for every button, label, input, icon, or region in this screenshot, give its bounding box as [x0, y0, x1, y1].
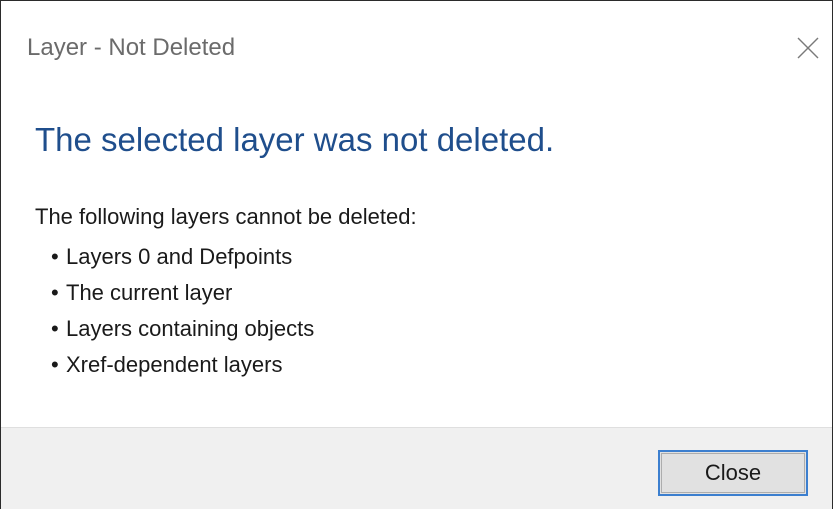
- list-item: • Layers 0 and Defpoints: [51, 243, 314, 279]
- list-item: • The current layer: [51, 279, 314, 315]
- bullet-icon: •: [51, 244, 59, 269]
- close-button[interactable]: Close: [658, 450, 808, 496]
- content-intro-text: The following layers cannot be deleted:: [35, 204, 417, 229]
- close-icon[interactable]: [791, 31, 825, 65]
- title-bar: Layer - Not Deleted: [1, 1, 832, 85]
- main-instruction-heading: The selected layer was not deleted.: [35, 121, 555, 158]
- layer-not-deleted-dialog: Layer - Not Deleted The selected layer w…: [0, 0, 833, 509]
- bullet-icon: •: [51, 280, 59, 305]
- close-icon-glyph: [797, 37, 819, 59]
- button-footer: Close: [1, 427, 832, 509]
- list-item-text: Xref-dependent layers: [66, 352, 283, 377]
- bullet-icon: •: [51, 316, 59, 341]
- list-item-text: Layers containing objects: [66, 316, 315, 341]
- close-button-label: Close: [704, 460, 762, 485]
- list-item: • Layers containing objects: [51, 315, 314, 351]
- list-item-text: Layers 0 and Defpoints: [66, 244, 293, 269]
- dialog-title: Layer - Not Deleted: [27, 34, 236, 61]
- bullet-icon: •: [51, 352, 59, 377]
- list-item: • Xref-dependent layers: [51, 351, 314, 387]
- list-item-text: The current layer: [66, 280, 233, 305]
- restriction-list: • Layers 0 and Defpoints • The current l…: [51, 243, 314, 387]
